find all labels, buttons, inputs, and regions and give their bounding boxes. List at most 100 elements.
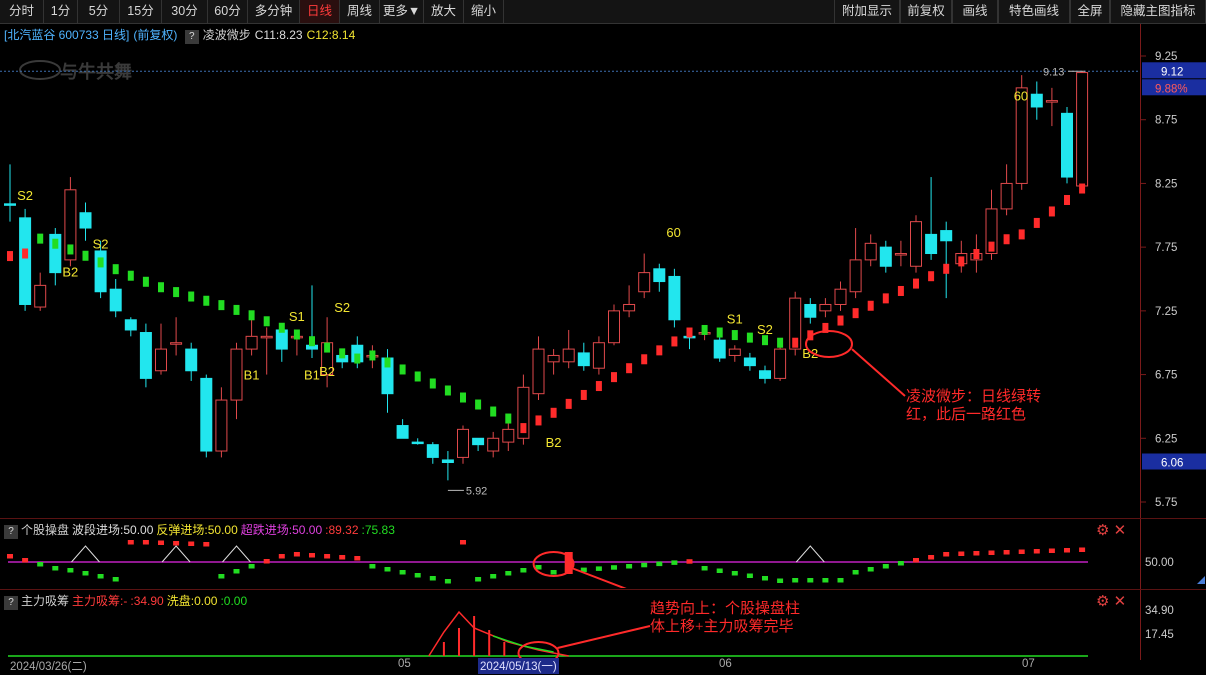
period-button[interactable]: 缩小 [464,0,504,23]
period-button[interactable]: 周线 [340,0,380,23]
candle-body [562,348,575,363]
date-label: 05 [398,658,411,670]
period-button[interactable]: 1分 [44,0,78,23]
lingbo-marker [641,354,648,365]
sub2-chart [8,610,1088,658]
period-button[interactable]: 分时 [0,0,44,23]
lingbo-marker [701,324,708,335]
close-icon[interactable]: ✕ [1114,522,1127,539]
oscillator-marker [641,562,648,568]
annotation-line: 体上移+主力吸筹完毕 [650,619,794,635]
lingbo-marker [339,348,346,359]
period-button[interactable]: 60分 [208,0,248,23]
toolbar-button[interactable]: 隐藏主图指标 [1110,0,1206,23]
candle-body [1045,100,1058,103]
axis-tick-label: 7.25 [1155,306,1177,318]
axis-tick-label: 6.75 [1155,370,1177,382]
candlestick-chart[interactable]: 与牛共舞S2B2S2B1S1B1 B2S2B260S1S2B2609.135.92 [0,24,1140,519]
annotation-arrow [557,625,651,649]
lingbo-marker [158,282,164,293]
axis-tick-label: 8.25 [1155,178,1177,190]
candle-body [532,348,545,395]
signal-label: S2 [334,300,350,315]
lingbo-marker [384,357,391,368]
lingbo-marker [731,330,738,341]
oscillator-marker [37,562,44,567]
oscillator-marker [112,577,119,582]
help-icon[interactable]: ? [4,525,18,539]
date-label: 07 [1022,658,1035,670]
oscillator-marker [777,578,784,583]
sub2-tick-label: 17.45 [1145,629,1174,641]
triangle-marker [71,545,100,563]
oscillator-marker [233,569,240,574]
date-label: 2024/05/13(一) [478,658,559,674]
lingbo-marker [1003,234,1010,245]
lingbo-marker [746,332,753,343]
lingbo-marker [82,250,89,261]
sub1-d: :89.32 [325,523,359,537]
candle-body [774,348,787,379]
lingbo-marker [142,276,149,287]
oscillator-marker [928,555,935,560]
oscillator-marker [958,551,965,556]
candle-body [1061,112,1073,178]
current-price-label: 6.06 [1161,457,1183,469]
oscillator-marker [1048,548,1055,553]
lingbo-marker [626,363,633,374]
period-button[interactable]: 更多▼ [380,0,424,23]
lingbo-marker [263,316,270,327]
candle-body [79,212,92,229]
lingbo-marker [429,378,436,389]
period-button[interactable]: 30分 [162,0,208,23]
oscillator-marker [248,564,255,569]
toolbar-button[interactable]: 前复权 [900,0,952,23]
period-button[interactable]: 放大 [424,0,464,23]
toolbar-button[interactable]: 画线 [952,0,998,23]
signal-label: B1 [304,368,320,383]
oscillator-marker [1003,550,1010,555]
candle-body [608,310,620,344]
period-button[interactable]: 15分 [120,0,162,23]
candle-body [819,303,832,312]
lingbo-marker [913,278,919,289]
candle-body [849,259,862,293]
lingbo-marker [490,406,497,417]
toolbar-button[interactable]: 全屏 [1070,0,1110,23]
sub1-level-label: 50.00 [1145,557,1174,569]
candle-body [1000,182,1013,210]
oscillator-marker [82,571,89,576]
period-button[interactable]: 日线 [300,0,340,23]
candle-body [275,329,288,350]
oscillator-marker [731,571,738,576]
toolbar-button[interactable]: 特色画线 [998,0,1070,23]
candle-body [547,354,560,363]
watermark-logo [19,60,61,80]
candle-body [834,288,847,305]
oscillator-marker [127,540,134,545]
toolbar-button[interactable]: 附加显示 [834,0,900,23]
oscillator-marker [490,574,497,579]
oscillator-marker [520,568,527,573]
candle-body [155,348,167,372]
candle-body [728,348,741,356]
oscillator-marker [505,571,512,576]
candle-body [396,425,409,439]
signal-label: 60 [1014,89,1028,104]
candle-body [894,253,907,256]
period-button[interactable]: 多分钟 [248,0,300,23]
oscillator-marker [550,570,557,575]
lingbo-marker [671,336,678,347]
price-axis: 9.25 8.75 8.25 7.75 7.25 6.75 6.25 5.75 9.12 9.88… [1140,24,1206,660]
lingbo-marker [1064,194,1070,205]
lingbo-marker [897,285,904,296]
axis-tick-label: 6.25 [1155,433,1177,445]
period-button[interactable]: 5分 [78,0,120,23]
lingbo-marker [550,407,557,418]
gear-icon[interactable]: ⚙ [1096,522,1109,539]
lingbo-marker [837,315,844,326]
oscillator-marker [822,578,829,583]
lingbo-marker [1048,206,1055,217]
lingbo-marker [777,337,784,348]
oscillator-marker [52,566,59,571]
